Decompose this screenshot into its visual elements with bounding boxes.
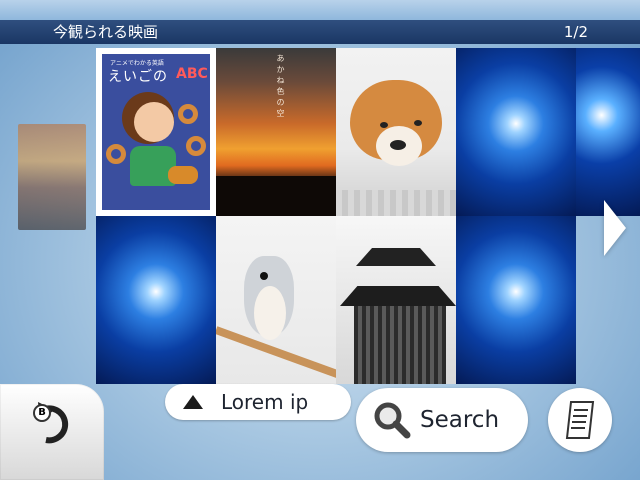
thumbnail-space[interactable] [456,216,576,384]
temple-structure [354,306,446,384]
thumbnail-space[interactable] [96,216,216,384]
chevron-right-icon[interactable] [604,200,626,256]
puppy-eye [414,120,422,126]
thumbnail-book[interactable]: アニメでわかる英語 えいごの ABC [96,48,216,216]
movie-grid: アニメでわかる英語 えいごの ABC あかね色の空 [96,48,576,384]
next-page-preview[interactable] [576,48,640,216]
book-abc: ABC [176,66,208,82]
notes-button[interactable] [548,388,612,452]
back-button[interactable]: B [0,384,104,480]
thumbnail-puppy[interactable] [336,48,456,216]
puppy-blanket [336,190,456,216]
b-badge: B [33,404,51,422]
thumbnail-sunset[interactable]: あかね色の空 [216,48,336,216]
document-icon [565,401,595,439]
sunset-vertical-text: あかね色の空 [276,54,285,120]
dog-illustration [168,166,198,184]
sort-label: Lorem ip [221,390,309,414]
triangle-up-icon [183,395,203,409]
search-button[interactable]: Search [356,388,528,452]
donut-icon [178,104,198,124]
silhouette-trees [216,176,336,216]
header-bar: 今観られる映画 1/2 [0,20,640,44]
thumbnail-temple[interactable] [336,216,456,384]
temple-roof-bottom [340,286,456,306]
bird-eye [260,272,268,280]
donut-icon [106,144,126,164]
thumbnail-bird[interactable] [216,216,336,384]
puppy-eye [380,122,388,128]
page-title: 今観られる映画 [53,23,159,41]
magnifier-icon [374,402,411,439]
donut-icon [186,136,206,156]
girl-illustration [134,102,174,142]
book-title: えいごの [108,69,168,85]
temple-roof-top [356,248,436,266]
bird-belly [254,286,286,340]
thumbnail-space[interactable] [456,48,576,216]
top-gradient-bar [0,0,640,20]
puppy-nose [390,140,406,150]
page-indicator: 1/2 [563,23,588,41]
previous-page-preview[interactable] [18,124,86,230]
search-label: Search [420,407,500,433]
sort-button[interactable]: Lorem ip [165,384,351,420]
